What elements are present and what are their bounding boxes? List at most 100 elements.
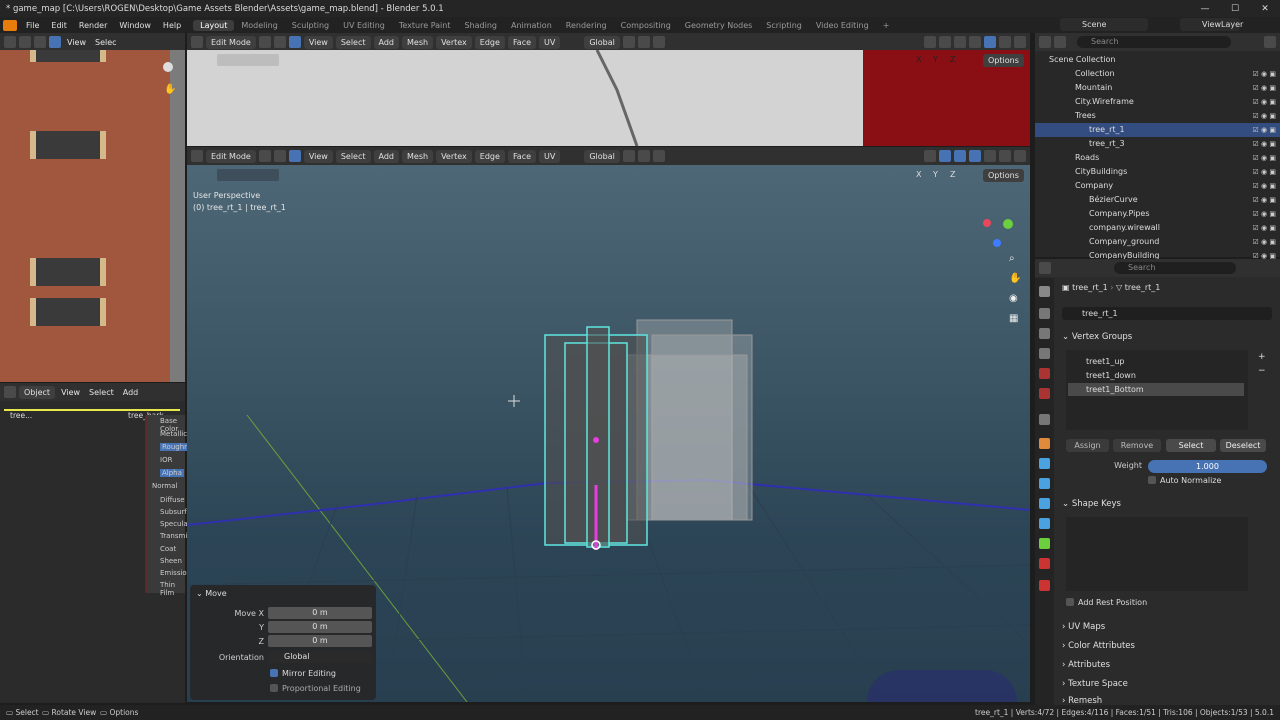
menu-mesh[interactable]: Mesh [402, 149, 434, 163]
remove-button[interactable]: Remove [1113, 439, 1161, 452]
vertex-group-item[interactable]: treet1_Bottom [1068, 383, 1244, 396]
move-x-field[interactable]: 0 m [268, 607, 372, 619]
visibility-toggles-icon[interactable]: ☑ ◉ ▣ [1253, 179, 1276, 193]
edge-mode-icon[interactable] [273, 150, 286, 162]
shading-render-icon[interactable] [1014, 36, 1026, 48]
render-tab-icon[interactable] [1039, 308, 1050, 319]
menu-select[interactable]: Select [335, 35, 371, 49]
properties-type-icon[interactable] [1039, 262, 1051, 274]
orientation-dropdown[interactable]: Global [584, 149, 620, 163]
menu-add[interactable]: Add [373, 149, 400, 163]
options-dropdown[interactable]: Options [983, 54, 1024, 67]
particles-tab-icon[interactable] [1039, 478, 1050, 489]
visibility-toggles-icon[interactable]: ☑ ◉ ▣ [1253, 193, 1276, 207]
tab-modeling[interactable]: Modeling [234, 20, 284, 31]
tab-layout[interactable]: Layout [193, 19, 235, 31]
breadcrumb-mesh[interactable]: tree_rt_1 [1125, 283, 1161, 292]
tab-shading[interactable]: Shading [457, 20, 504, 31]
menu-add[interactable]: Add [373, 35, 400, 49]
orientation-select[interactable]: Global [268, 651, 372, 663]
hand-pan-icon[interactable]: ✋ [1009, 273, 1021, 284]
axis-lock-z[interactable]: Z [950, 170, 955, 179]
tab-rendering[interactable]: Rendering [559, 20, 614, 31]
proportional-icon[interactable] [652, 150, 665, 162]
top-viewport[interactable]: X Y Z Options [187, 50, 1030, 146]
add-group-icon[interactable]: + [1258, 352, 1266, 362]
outliner-row[interactable]: tree_rt_3 ☑ ◉ ▣ [1035, 137, 1280, 151]
menu-edge[interactable]: Edge [474, 149, 505, 163]
add-workspace-icon[interactable]: + [876, 20, 897, 31]
pivot-icon[interactable] [622, 150, 635, 162]
edge-mode-icon[interactable] [273, 36, 286, 48]
auto-normalize-checkbox[interactable]: Auto Normalize [1148, 476, 1221, 485]
outliner-row[interactable]: City.Wireframe ☑ ◉ ▣ [1035, 95, 1280, 109]
visibility-toggles-icon[interactable]: ☑ ◉ ▣ [1253, 95, 1276, 109]
outliner-row[interactable]: Company_ground ☑ ◉ ▣ [1035, 235, 1280, 249]
node-menu-view[interactable]: View [58, 388, 83, 397]
menu-window[interactable]: Window [113, 21, 157, 30]
vertex-groups-header[interactable]: ⌄ Vertex Groups [1062, 332, 1132, 342]
overlay-toggle-icon[interactable] [939, 150, 951, 162]
display-mode-icon[interactable] [1054, 36, 1066, 48]
remove-group-icon[interactable]: − [1258, 366, 1266, 376]
sync-selection-icon[interactable] [19, 36, 31, 48]
tab-uv-editing[interactable]: UV Editing [336, 20, 392, 31]
menu-view[interactable]: View [303, 35, 333, 49]
outliner-row[interactable]: CityBuildings ☑ ◉ ▣ [1035, 165, 1280, 179]
tool-tab-icon[interactable] [1039, 286, 1050, 297]
shading-render-icon[interactable] [1014, 150, 1026, 162]
maximize-button[interactable]: ☐ [1220, 4, 1250, 14]
menu-view[interactable]: View [303, 149, 333, 163]
visibility-toggles-icon[interactable]: ☑ ◉ ▣ [1253, 235, 1276, 249]
outliner-row[interactable]: BézierCurve ☑ ◉ ▣ [1035, 193, 1280, 207]
tab-sculpting[interactable]: Sculpting [285, 20, 336, 31]
node-menu-select[interactable]: Select [86, 388, 117, 397]
weight-slider[interactable]: 1.000 [1148, 460, 1267, 473]
uv-scroll-area[interactable] [170, 50, 185, 382]
overlay-toggle-icon[interactable] [939, 36, 951, 48]
visibility-toggles-icon[interactable]: ☑ ◉ ▣ [1253, 81, 1276, 95]
scene-tab-icon[interactable] [1039, 368, 1050, 379]
proportional-editing-checkbox[interactable]: Proportional Editing [270, 684, 361, 693]
section-color-attributes[interactable]: › Color Attributes [1062, 641, 1135, 651]
axis-lock-y[interactable]: Y [933, 55, 938, 64]
move-panel-title[interactable]: ⌄ Move [196, 589, 227, 598]
deselect-button[interactable]: Deselect [1220, 439, 1266, 452]
grid-view-icon[interactable]: ▦ [1009, 313, 1018, 324]
node-menu-add[interactable]: Add [120, 388, 142, 397]
select-button[interactable]: Select [1166, 439, 1216, 452]
outliner-row[interactable]: Company ☑ ◉ ▣ [1035, 179, 1280, 193]
uv-menu-select[interactable]: Selec [92, 38, 120, 47]
axis-lock-y[interactable]: Y [933, 170, 938, 179]
menu-uv[interactable]: UV [539, 35, 561, 49]
filter-icon[interactable] [1264, 36, 1276, 48]
camera-icon[interactable]: ◉ [1009, 293, 1018, 304]
gizmo-toggle-icon[interactable] [924, 36, 936, 48]
editor-type-icon[interactable] [191, 150, 203, 162]
shading-wire-icon[interactable] [969, 36, 981, 48]
pivot-icon[interactable] [622, 36, 635, 48]
constraints-tab-icon[interactable] [1039, 518, 1050, 529]
vertex-mode-icon[interactable] [258, 150, 271, 162]
mode-dropdown[interactable]: Edit Mode [206, 35, 256, 49]
uv-menu-view[interactable]: View [64, 38, 89, 47]
snap-icon[interactable] [637, 36, 650, 48]
blender-logo-icon[interactable] [3, 19, 17, 31]
material-tab-icon[interactable] [1039, 558, 1050, 569]
visibility-toggles-icon[interactable]: ☑ ◉ ▣ [1253, 151, 1276, 165]
shading-wire-icon[interactable] [969, 150, 981, 162]
visibility-toggles-icon[interactable]: ☑ ◉ ▣ [1253, 207, 1276, 221]
section-uv-maps[interactable]: › UV Maps [1062, 622, 1105, 632]
vertex-group-item[interactable]: treet1_up [1068, 355, 1244, 368]
menu-help[interactable]: Help [157, 21, 187, 30]
outliner-row[interactable]: company.wirewall ☑ ◉ ▣ [1035, 221, 1280, 235]
tab-geometry-nodes[interactable]: Geometry Nodes [678, 20, 759, 31]
menu-edit[interactable]: Edit [45, 21, 73, 30]
shading-material-icon[interactable] [999, 150, 1011, 162]
outliner-row[interactable]: Collection ☑ ◉ ▣ [1035, 67, 1280, 81]
orientation-dropdown[interactable]: Global [584, 35, 620, 49]
zoom-icon[interactable]: ⌕ [1009, 253, 1015, 264]
section-texture-space[interactable]: › Texture Space [1062, 679, 1128, 689]
visibility-toggles-icon[interactable]: ☑ ◉ ▣ [1253, 67, 1276, 81]
menu-face[interactable]: Face [507, 149, 537, 163]
